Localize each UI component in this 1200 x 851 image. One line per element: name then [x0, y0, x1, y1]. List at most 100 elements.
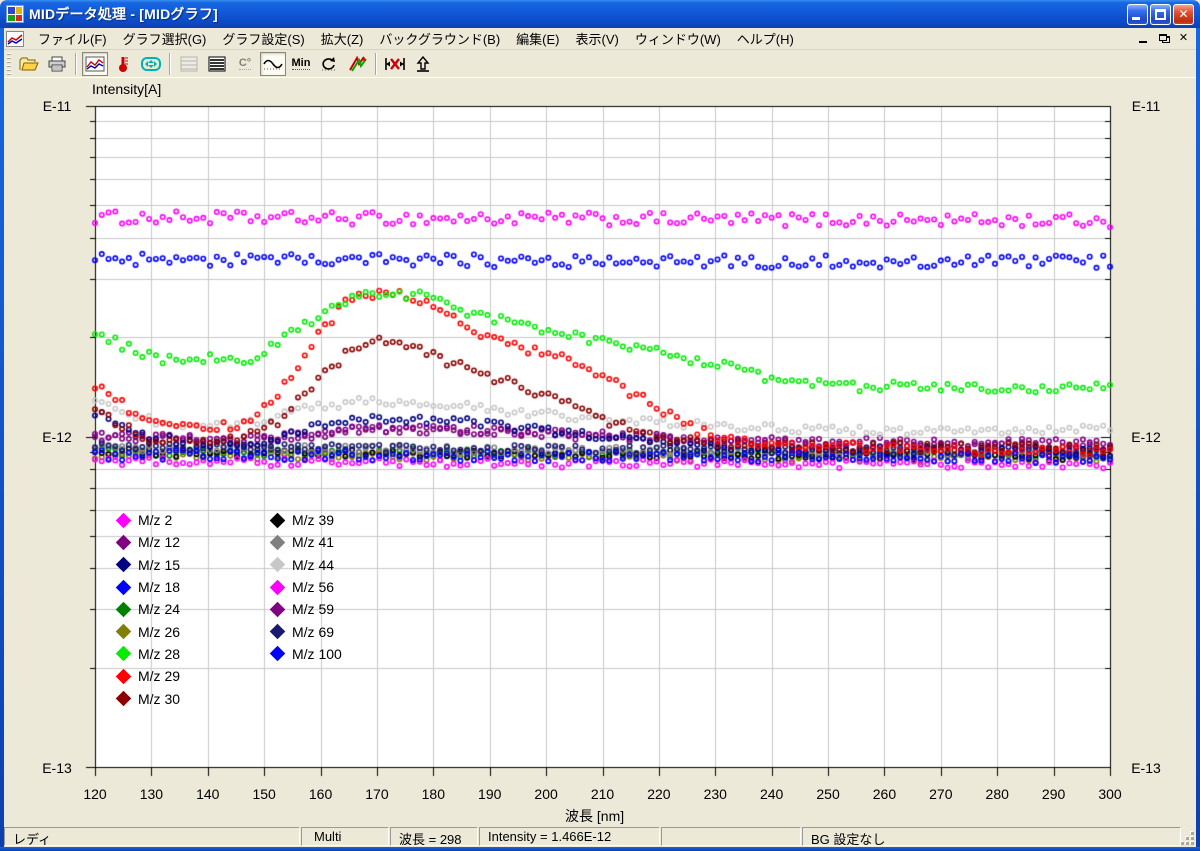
status-intensity: Intensity = 1.466E-12 [479, 827, 660, 846]
legend-item: M/z 59 [272, 598, 342, 620]
x-tick-label: 140 [196, 786, 219, 802]
legend-column-2: M/z 39M/z 41 M/z 44 M/z 56 M/z 59 M/z 69 M/z … [272, 509, 342, 665]
legend-label: M/z 30 [138, 691, 180, 707]
x-tick-label: 170 [365, 786, 388, 802]
scale-reset-button[interactable] [382, 52, 408, 76]
legend-diamond-icon [116, 579, 132, 595]
x-tick-label: 220 [647, 786, 670, 802]
celsius-button: C° [232, 52, 258, 76]
spectrum-button[interactable] [344, 52, 370, 76]
printer-icon [47, 56, 67, 72]
x-tick-label: 240 [760, 786, 783, 802]
graph-display-button[interactable] [82, 52, 108, 76]
legend-diamond-icon [116, 512, 132, 528]
legend-diamond-icon [270, 624, 286, 640]
legend-label: M/z 56 [292, 579, 334, 595]
legend-item: M/z 12 [118, 531, 180, 553]
legend-label: M/z 15 [138, 557, 180, 573]
window-border-bottom [0, 847, 1200, 851]
legend-label: M/z 59 [292, 601, 334, 617]
close-button[interactable]: ✕ [1173, 4, 1194, 25]
resize-grip[interactable] [1182, 826, 1196, 847]
menu-edit[interactable]: 編集(E) [508, 27, 567, 50]
window-border-left [0, 28, 4, 851]
legend-item: M/z 28 [118, 643, 180, 665]
menu-graph-select[interactable]: グラフ選択(G) [115, 27, 215, 50]
minimize-button[interactable] [1127, 4, 1148, 25]
legend-label: M/z 24 [138, 601, 180, 617]
menu-file[interactable]: ファイル(F) [30, 27, 115, 50]
legend-item: M/z 15 [118, 554, 180, 576]
status-mode: Multi [301, 827, 389, 846]
mid-graph-plot[interactable] [0, 78, 1200, 825]
toolbar-separator [375, 53, 377, 75]
legend-item: M/z 39 [272, 509, 342, 531]
waveform-button[interactable] [260, 52, 286, 76]
x-tick-label: 210 [591, 786, 614, 802]
export-up-button[interactable] [410, 52, 436, 76]
status-ready: レディ [4, 827, 300, 846]
legend-label: M/z 29 [138, 668, 180, 684]
x-tick-label: 280 [986, 786, 1009, 802]
menu-window[interactable]: ウィンドウ(W) [627, 27, 729, 50]
menu-help[interactable]: ヘルプ(H) [729, 27, 802, 50]
min-button[interactable]: Min [288, 52, 314, 76]
mass-pattern-button[interactable] [138, 52, 164, 76]
legend-label: M/z 100 [292, 646, 342, 662]
refresh-button[interactable] [316, 52, 342, 76]
up-arrow-icon [415, 56, 431, 72]
mdi-restore-button[interactable] [1155, 31, 1172, 46]
x-tick-label: 270 [929, 786, 952, 802]
legend-diamond-icon [116, 646, 132, 662]
legend-item: M/z 29 [118, 665, 180, 687]
thermometer-button[interactable] [110, 52, 136, 76]
menu-view[interactable]: 表示(V) [568, 27, 627, 50]
legend-item: M/z 100 [272, 643, 342, 665]
print-button[interactable] [44, 52, 70, 76]
legend-label: M/z 12 [138, 534, 180, 550]
menu-zoom[interactable]: 拡大(Z) [313, 27, 372, 50]
toolbar-grip[interactable] [7, 53, 11, 75]
document-chart-icon[interactable] [6, 31, 24, 47]
application-window: MIDデータ処理 - [MIDグラフ] ✕ ファイル(F) グラフ選択(G) グ… [0, 0, 1200, 851]
x-tick-label: 120 [83, 786, 106, 802]
x-tick-label: 300 [1098, 786, 1121, 802]
open-file-button[interactable] [16, 52, 42, 76]
title-bar[interactable]: MIDデータ処理 - [MIDグラフ] ✕ [0, 0, 1200, 28]
celsius-icon: C° [239, 57, 251, 70]
data-table-button [176, 52, 202, 76]
legend-item: M/z 30 [118, 687, 180, 709]
menu-background[interactable]: バックグラウンド(B) [371, 27, 508, 50]
status-background: BG 設定なし [802, 827, 1181, 846]
maximize-button[interactable] [1150, 4, 1171, 25]
legend-item: M/z 69 [272, 620, 342, 642]
list-view-button[interactable] [204, 52, 230, 76]
toolbar-separator [169, 53, 171, 75]
x-axis-title: 波長 [nm] [565, 806, 624, 826]
legend-diamond-icon [116, 535, 132, 551]
mdi-close-button[interactable]: ✕ [1175, 31, 1192, 46]
legend-label: M/z 26 [138, 624, 180, 640]
x-tick-label: 290 [1042, 786, 1065, 802]
legend-diamond-icon [116, 557, 132, 573]
converge-arrows-icon [141, 55, 161, 73]
mdi-minimize-button[interactable] [1135, 31, 1152, 46]
toolbar-separator [75, 53, 77, 75]
legend-label: M/z 18 [138, 579, 180, 595]
menu-graph-settings[interactable]: グラフ設定(S) [214, 27, 312, 50]
legend-item: M/z 44 [272, 554, 342, 576]
x-tick-label: 130 [140, 786, 163, 802]
window-border-right [1196, 28, 1200, 851]
x-tick-label: 250 [816, 786, 839, 802]
legend-diamond-icon [270, 646, 286, 662]
legend-label: M/z 44 [292, 557, 334, 573]
app-icon [6, 5, 24, 23]
min-icon: Min [292, 57, 311, 70]
y-axis-title: Intensity[A] [92, 81, 161, 97]
legend-item: M/z 41 [272, 531, 342, 553]
y-tick-right-e12: E-12 [1120, 429, 1172, 445]
status-wavelength: 波長 = 298 [390, 827, 478, 846]
legend-diamond-icon [270, 579, 286, 595]
open-folder-icon [19, 56, 39, 72]
legend-item: M/z 26 [118, 620, 180, 642]
